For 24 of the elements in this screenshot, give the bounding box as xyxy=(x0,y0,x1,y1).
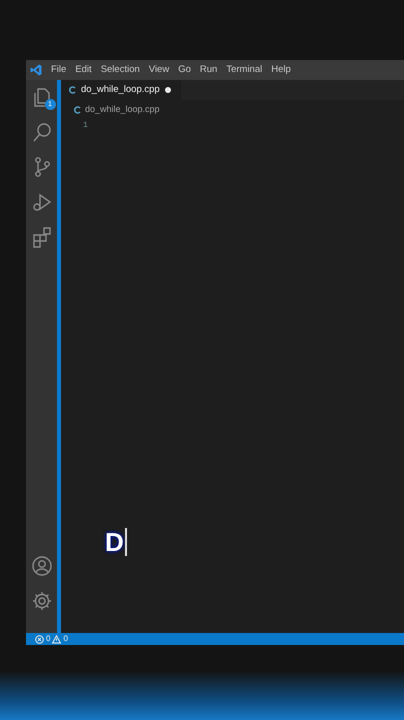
search-icon[interactable] xyxy=(30,121,52,143)
menu-item[interactable]: File xyxy=(51,62,66,78)
menu-item[interactable]: Help xyxy=(271,62,291,78)
caption-text: D xyxy=(105,529,124,555)
menu-item[interactable]: Run xyxy=(200,62,218,78)
run-icon[interactable] xyxy=(30,191,52,213)
menu-item[interactable]: Terminal xyxy=(226,62,262,78)
menu-item[interactable]: Go xyxy=(178,62,191,78)
menu-item[interactable]: View xyxy=(148,62,170,78)
cpp-file-icon xyxy=(69,84,76,96)
warning-icon xyxy=(52,634,62,644)
account-icon[interactable] xyxy=(30,555,52,577)
breadcrumb-item[interactable]: do_while_loop.cpp xyxy=(85,103,160,116)
settings-icon[interactable] xyxy=(30,590,52,612)
app-logo-icon xyxy=(30,64,42,76)
error-icon xyxy=(35,634,44,644)
menu-item[interactable]: Edit xyxy=(75,62,92,78)
text-cursor xyxy=(124,528,127,556)
problems-button[interactable]: 0 0 xyxy=(35,633,68,645)
line-number: 1 xyxy=(83,120,88,132)
editor-tab[interactable]: do_while_loop.cpp xyxy=(61,80,181,100)
blocks-icon[interactable] xyxy=(30,226,52,248)
menu-item[interactable]: Selection xyxy=(100,62,140,78)
cpp-file-icon xyxy=(74,106,81,114)
